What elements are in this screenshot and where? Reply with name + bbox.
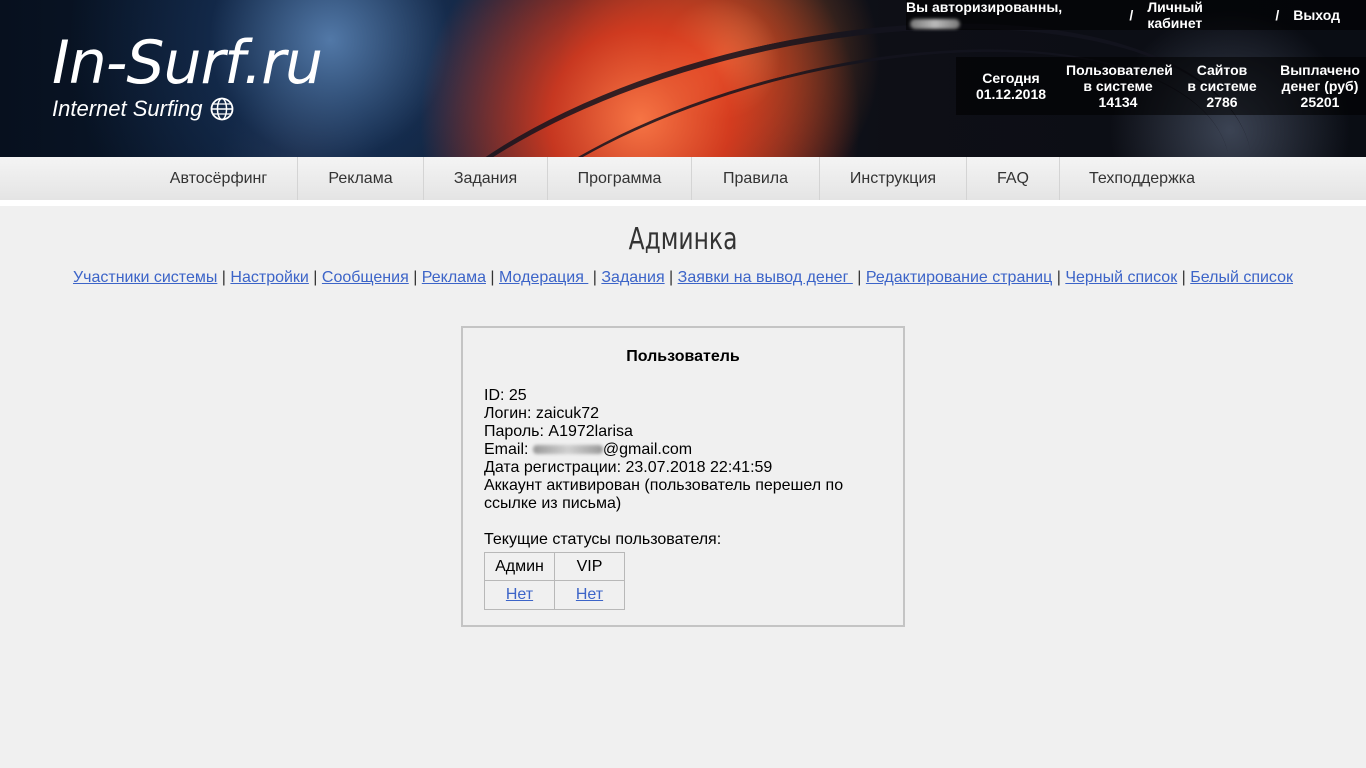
separator: | (217, 269, 231, 286)
stat-value: 25201 (1300, 94, 1340, 110)
separator: / (1275, 7, 1280, 23)
toggle-admin-link[interactable]: Нет (506, 586, 533, 603)
nav-item-faq[interactable]: FAQ (966, 157, 1059, 200)
page-title: Админка (628, 222, 738, 257)
user-activation-status: Аккаунт активирован (пользователь переше… (484, 477, 844, 512)
user-id: ID: 25 (484, 387, 527, 404)
separator: | (852, 269, 866, 286)
separator: / (1129, 7, 1134, 23)
status-header-admin: Админ (484, 552, 555, 581)
admin-links: Участники системы | Настройки | Сообщени… (0, 269, 1366, 287)
logout-link[interactable]: Выход (1293, 7, 1340, 23)
stat-value: 2786 (1206, 94, 1238, 110)
tagline-text: Internet Surfing (52, 96, 203, 121)
stat-label: Выплачено (1280, 62, 1360, 78)
auth-status: Вы авторизированны, (906, 0, 1115, 31)
site-tagline: Internet Surfing (52, 96, 234, 122)
redacted-username (910, 19, 960, 30)
redacted-email (532, 445, 603, 455)
admin-link-whitelist[interactable]: Белый список (1190, 269, 1293, 286)
stat-label: Сегодня (982, 70, 1040, 86)
main-nav: Автосёрфинг Реклама Задания Программа Пр… (0, 157, 1366, 206)
user-card-title: Пользователь (626, 348, 740, 365)
separator: | (308, 269, 322, 286)
user-password: Пароль: A1972larisa (484, 423, 633, 440)
admin-link-ads[interactable]: Реклама (422, 269, 486, 286)
stat-value: 14134 (1098, 94, 1138, 110)
separator: | (485, 269, 500, 286)
table-row: Нет Нет (484, 580, 625, 610)
cabinet-link[interactable]: Личный кабинет (1147, 0, 1261, 31)
user-email: Email: @gmail.com (484, 441, 884, 459)
separator: | (664, 269, 678, 286)
admin-link-blacklist[interactable]: Черный список (1065, 269, 1177, 286)
admin-link-edit-pages[interactable]: Редактирование страниц (866, 269, 1052, 286)
admin-link-moderation[interactable]: Модерация (499, 269, 588, 286)
site-header: In-Surf.ru Internet Surfing Вы авторизир… (0, 0, 1366, 157)
user-login: Логин: zaicuk72 (484, 405, 600, 422)
admin-link-tasks[interactable]: Задания (601, 269, 664, 286)
user-card: Пользователь ID: 25 Логин: zaicuk72 Паро… (461, 326, 905, 627)
globe-icon (211, 97, 234, 121)
user-details: ID: 25 Логин: zaicuk72 Пароль: A1972lari… (484, 387, 884, 549)
statuses-label: Текущие статусы пользователя: (484, 531, 722, 548)
auth-bar: Вы авторизированны, / Личный кабинет / В… (906, 0, 1366, 31)
nav-item-ads[interactable]: Реклама (297, 157, 423, 200)
auth-text: Вы авторизированны, (906, 0, 1063, 15)
separator: | (1052, 269, 1066, 286)
admin-link-messages[interactable]: Сообщения (322, 269, 409, 286)
site-stats: Сегодня 01.12.2018 Пользователей в систе… (956, 57, 1366, 115)
stat-label: в системе (1083, 78, 1153, 94)
status-header-vip: VIP (554, 552, 625, 581)
stat-label: в системе (1187, 78, 1257, 94)
stat-label: денег (руб) (1281, 78, 1359, 94)
separator: | (408, 269, 422, 286)
admin-link-members[interactable]: Участники системы (73, 269, 217, 286)
email-domain: @gmail.com (602, 441, 693, 458)
nav-item-tasks[interactable]: Задания (423, 157, 547, 200)
email-label: Email: (484, 441, 533, 458)
nav-item-autosurfing[interactable]: Автосёрфинг (140, 157, 297, 200)
stat-paid: Выплачено денег (руб) 25201 (1274, 57, 1366, 115)
nav-item-rules[interactable]: Правила (691, 157, 819, 200)
admin-link-settings[interactable]: Настройки (230, 269, 308, 286)
status-table: Админ VIP Нет Нет (484, 552, 625, 610)
status-cell-vip: Нет (554, 580, 625, 610)
site-logo[interactable]: In-Surf.ru (52, 28, 323, 98)
status-cell-admin: Нет (484, 580, 555, 610)
nav-item-support[interactable]: Техподдержка (1059, 157, 1224, 200)
table-row: Админ VIP (484, 552, 625, 581)
stat-users: Пользователей в системе 14134 (1066, 57, 1173, 115)
nav-item-instructions[interactable]: Инструкция (819, 157, 966, 200)
separator: | (1177, 269, 1191, 286)
stat-label: Сайтов (1196, 62, 1248, 78)
user-registration-date: Дата регистрации: 23.07.2018 22:41:59 (484, 459, 773, 476)
toggle-vip-link[interactable]: Нет (576, 586, 603, 603)
admin-link-withdrawals[interactable]: Заявки на вывод денег (678, 269, 853, 286)
nav-item-program[interactable]: Программа (547, 157, 691, 200)
stat-label: Пользователей (1066, 62, 1173, 78)
stat-value: 01.12.2018 (975, 86, 1047, 102)
stat-sites: Сайтов в системе 2786 (1170, 57, 1274, 115)
separator: | (588, 269, 602, 286)
stat-today: Сегодня 01.12.2018 (956, 57, 1066, 115)
